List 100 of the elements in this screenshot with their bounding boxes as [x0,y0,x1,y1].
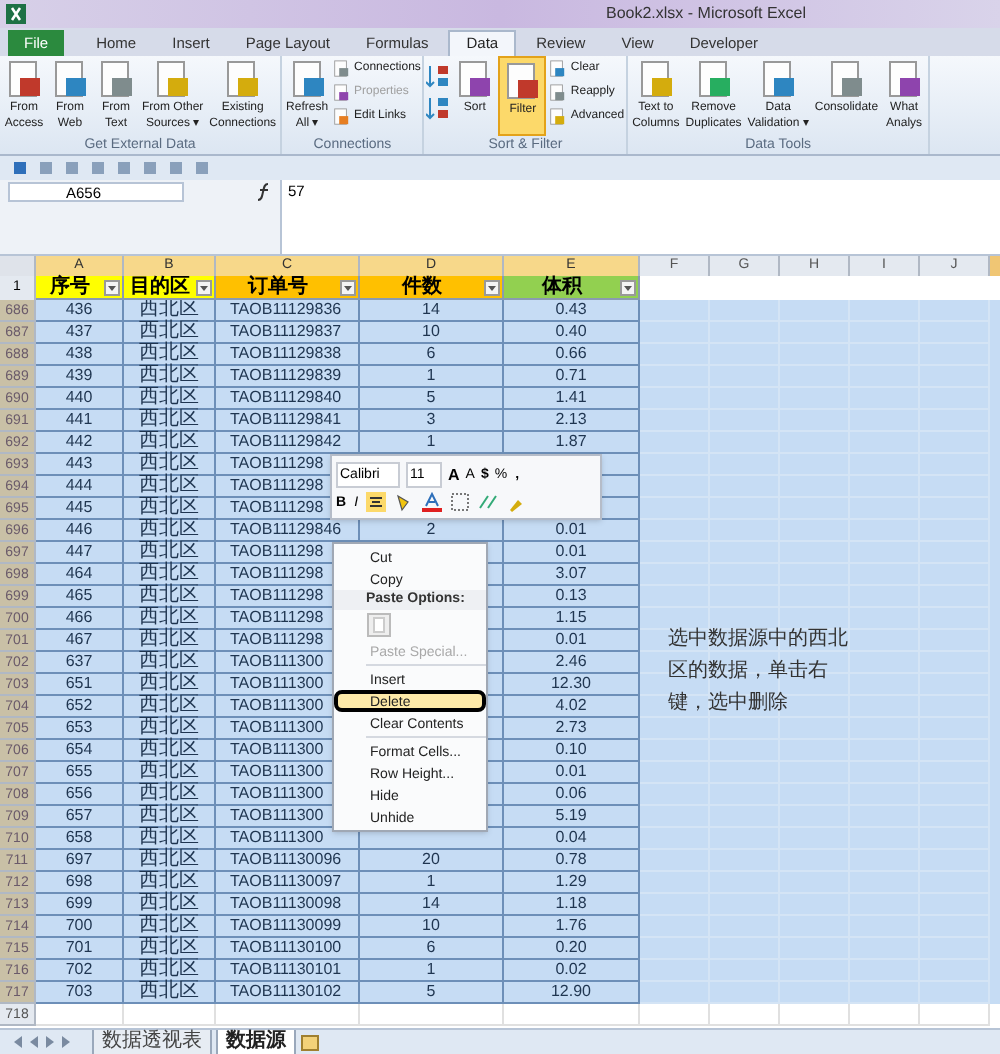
table-cell-text: 西北区 [137,388,201,408]
table-cell: TAOB111300 [230,828,324,848]
table-cell-text: 西北区 [137,542,201,562]
table-cell: TAOB111298 [230,542,324,562]
table-cell-text: 697 [63,850,95,870]
sheet-tab[interactable]: 数据透视表 [92,1029,212,1054]
table-cell-text: 464 [63,564,95,584]
table-cell-text: 0.20 [553,938,589,958]
table-cell-text: 西北区 [137,608,201,628]
table-cell-text: 西北区 [137,476,201,496]
table-cell: TAOB111300 [230,740,324,760]
table-cell-text: 西北区 [137,322,201,342]
table-cell-text: 0.71 [553,366,589,386]
table-cell-text: 西北区 [137,498,201,518]
table-cell-text: 2.13 [553,410,589,430]
table-cell-text: 西北区 [137,674,201,694]
header-cell: 件数 [360,276,504,300]
table-cell-text: 西北区 [137,410,201,430]
filter-dropdown-icon[interactable] [620,279,636,295]
filter-dropdown-icon[interactable] [196,279,212,295]
table-cell: TAOB11130102 [230,982,342,1002]
table-cell-text: 654 [63,740,95,760]
table-cell-text: 西北区 [137,432,201,452]
table-cell-text: 1 [424,366,438,386]
insert-function-icon[interactable] [256,182,272,202]
table-cell-text: 1.87 [553,432,589,452]
table-cell-text: 西北区 [137,960,201,980]
table-cell-text: 14 [420,894,442,914]
table-cell: TAOB111298 [230,586,324,606]
table-cell: TAOB111298 [230,608,324,628]
filter-dropdown-icon[interactable] [484,279,500,295]
table-cell-text: 0.40 [553,322,589,342]
table-cell-text: 0.02 [553,960,589,980]
document-icon [152,60,193,100]
table-cell-text: 0.01 [553,630,589,650]
table-cell-text: 西北区 [137,762,201,782]
table-cell-text: 西北区 [137,850,201,870]
table-cell: TAOB111300 [230,806,324,826]
center-align-icon[interactable] [366,492,387,512]
table-cell: TAOB11129838 [230,344,342,364]
table-cell-text: 703 [63,982,95,1002]
table-cell-text: 446 [63,520,95,540]
table-cell-text: 0.10 [553,740,589,760]
table-cell-text: 西北区 [137,344,201,364]
table-cell-text: 0.06 [553,784,589,804]
table-cell-text: 0.78 [553,850,589,870]
table-cell-text: 西北区 [137,652,201,672]
table-cell-text: 700 [63,916,95,936]
paste-icon[interactable] [366,612,392,638]
document-icon [287,60,328,100]
table-cell-text: 1.29 [553,872,589,892]
filter-dropdown-icon[interactable] [104,279,120,295]
table-cell: TAOB11130099 [230,916,342,936]
document-icon [454,60,495,100]
instruction-note: 选中数据源中的西北区的数据，单击右键，选中删除 [668,625,850,718]
table-cell-text: 2.73 [553,718,589,738]
table-cell-text: 652 [63,696,95,716]
document-icon [548,83,567,101]
table-cell-text: 0.13 [553,586,589,606]
table-cell-text: 441 [63,410,95,430]
table-cell-text: 651 [63,674,95,694]
table-cell-text: 702 [63,960,95,980]
document-icon [96,60,136,100]
table-cell-text: 0.01 [553,520,589,540]
table-cell: TAOB111298 [230,564,324,584]
table-cell: TAOB11130100 [230,938,342,958]
table-cell-text: 西北区 [137,872,201,892]
table-cell-text: 西北区 [137,740,201,760]
table-cell-text: 701 [63,938,95,958]
table-cell-text: 3.07 [553,564,589,584]
document-icon [884,60,925,100]
table-cell: TAOB11129840 [230,388,342,408]
font-color-icon[interactable] [422,492,443,512]
insert-sheet-icon[interactable] [300,1033,320,1051]
table-cell-text: 西北区 [137,894,201,914]
sort-descending-icon[interactable] [426,96,451,120]
table-cell-text: 西北区 [137,784,201,804]
table-cell: TAOB111300 [230,718,324,738]
document-icon [222,60,263,100]
table-cell-text: 653 [63,718,95,738]
increase-font-button[interactable]: A [448,463,460,485]
table-cell-text: 439 [63,366,95,386]
table-cell: TAOB111300 [230,784,324,804]
sort-ascending-icon[interactable] [426,64,451,88]
table-cell-text: 1.18 [553,894,589,914]
sheet-tab[interactable]: 数据源 [216,1029,296,1054]
table-cell-text: 10 [420,322,442,342]
table-cell: TAOB111300 [230,762,324,782]
header-cell: 目的区 [124,276,216,300]
select-all-corner[interactable] [0,256,36,276]
table-cell-text: 1 [424,872,438,892]
filter-dropdown-icon[interactable] [340,279,356,295]
table-cell: TAOB111298 [230,630,324,650]
table-cell-text: 西北区 [137,520,201,540]
header-cell: 序号 [36,276,124,300]
table-cell-text: 西北区 [137,938,201,958]
borders-icon[interactable] [450,492,471,512]
table-cell-text: 0.04 [553,828,589,848]
table-cell-text: 西北区 [137,916,201,936]
table-cell: TAOB11130097 [230,872,342,892]
